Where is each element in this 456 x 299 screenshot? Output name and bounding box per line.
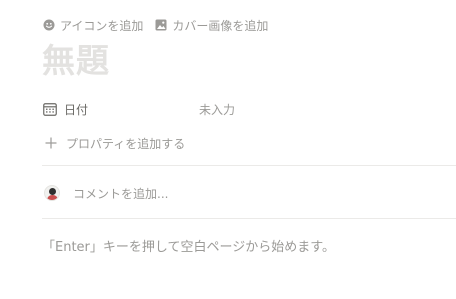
page-controls: アイコンを追加 カバー画像を追加 — [43, 16, 268, 34]
smiley-icon — [43, 19, 55, 31]
comment-input[interactable]: コメントを追加... — [73, 185, 168, 202]
plus-icon — [45, 137, 57, 149]
add-cover-button[interactable]: カバー画像を追加 — [155, 17, 268, 34]
image-icon — [155, 19, 167, 31]
property-row-date[interactable]: 日付 未入力 — [43, 98, 456, 120]
page-title[interactable]: 無題 — [42, 39, 110, 83]
add-property-label: プロパティを追加する — [66, 136, 186, 151]
property-name[interactable]: 日付 — [43, 101, 199, 118]
add-icon-button[interactable]: アイコンを追加 — [43, 17, 143, 34]
add-property-button[interactable]: プロパティを追加する — [45, 133, 185, 153]
divider — [42, 165, 456, 166]
property-value[interactable]: 未入力 — [199, 101, 235, 118]
avatar — [44, 185, 60, 201]
comment-row[interactable]: コメントを追加... — [44, 183, 168, 203]
add-icon-label: アイコンを追加 — [60, 18, 144, 33]
calendar-icon — [43, 102, 57, 116]
empty-page-hint: 「Enter」キーを押して空白ページから始めます。 — [42, 240, 335, 255]
property-name-label: 日付 — [64, 102, 89, 117]
divider — [42, 218, 456, 219]
add-cover-label: カバー画像を追加 — [172, 18, 269, 33]
notion-page: アイコンを追加 カバー画像を追加 無題 日付 未入力 プロパティを追加する コメ… — [0, 0, 456, 299]
